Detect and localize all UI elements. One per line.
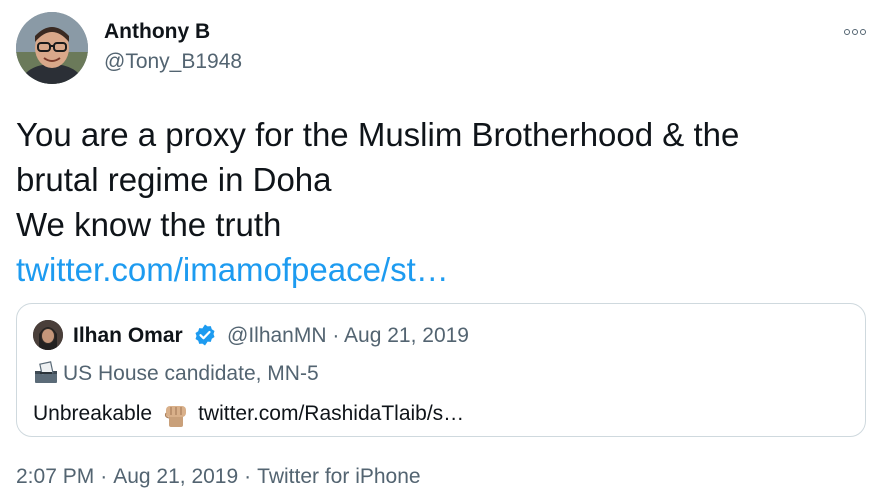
profile-photo-icon [33,320,63,350]
profile-photo-icon [16,12,88,84]
quoted-body-link[interactable]: twitter.com/RashidaTlaib/s… [198,402,464,426]
tweet-link[interactable]: twitter.com/imamofpeace/st… [16,251,449,288]
tweet-timestamp: 2:07 PM · Aug 21, 2019 · Twitter for iPhone [16,465,421,489]
tweet-text-line: You are a proxy for the Muslim Brotherho… [16,116,740,153]
verified-badge-icon [195,324,215,346]
author-avatar[interactable] [16,12,88,84]
quoted-author-avatar[interactable] [33,320,63,350]
tweet-text-line: We know the truth [16,206,282,243]
meta-separator: · [332,324,340,347]
quoted-handle: @IlhanMN [227,324,327,347]
quoted-bio: US House candidate, MN-5 [63,362,319,385]
more-dot-icon [860,29,866,35]
tweet-time[interactable]: 2:07 PM [16,465,94,488]
more-dot-icon [852,29,858,35]
more-options-button[interactable] [838,22,872,42]
quoted-date: Aug 21, 2019 [344,324,469,347]
tweet-text: You are a proxy for the Muslim Brotherho… [16,112,866,292]
quoted-body: Unbreakable twitter.com/RashidaTlaib/s… [33,400,464,428]
tweet-text-line: brutal regime in Doha [16,161,332,198]
ballot-box-icon [35,361,57,383]
more-dot-icon [844,29,850,35]
meta-separator: · [100,465,108,488]
author-display-name[interactable]: Anthony B [104,20,210,44]
raised-fist-icon [165,406,187,427]
author-handle[interactable]: @Tony_B1948 [104,50,242,74]
quoted-meta: @IlhanMN · Aug 21, 2019 [227,324,469,348]
tweet-source[interactable]: Twitter for iPhone [257,465,420,488]
quoted-body-text: Unbreakable [33,402,153,425]
tweet-date[interactable]: Aug 21, 2019 [113,465,238,488]
quoted-display-name[interactable]: Ilhan Omar [73,324,183,348]
meta-separator: · [244,465,252,488]
quoted-tweet-card[interactable]: Ilhan Omar @IlhanMN · Aug 21, 2019 US Ho… [16,303,866,437]
